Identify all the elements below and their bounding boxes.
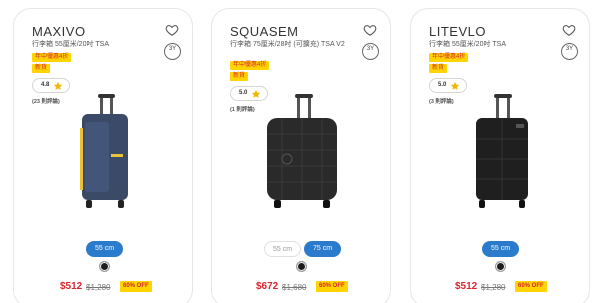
rating-value: 5.0	[239, 90, 248, 96]
new-badge: 新貨	[32, 64, 51, 73]
product-image-litevlo[interactable]	[461, 94, 541, 214]
size-option-75cm[interactable]: 75 cm	[304, 241, 341, 257]
star-icon	[450, 81, 460, 90]
review-count[interactable]: (23 則評論)	[32, 97, 60, 105]
new-badge: 新貨	[230, 72, 249, 81]
color-swatch-navy[interactable]	[99, 261, 110, 272]
rating-value: 4.8	[41, 82, 50, 88]
sale-price: $512	[60, 281, 83, 292]
product-name[interactable]: MAXIVO	[32, 24, 86, 39]
warranty-badge-icon: 3Y	[164, 43, 181, 60]
original-price: $1,280	[86, 283, 111, 292]
discount-badge: 60% OFF	[316, 281, 348, 292]
heart-icon[interactable]	[562, 23, 576, 37]
product-image-squasem[interactable]	[262, 94, 342, 214]
sale-price: $672	[256, 281, 279, 292]
color-swatch-black[interactable]	[296, 261, 307, 272]
product-subtitle: 行李箱 55厘米/20吋 TSA	[429, 41, 507, 48]
product-name[interactable]: LITEVLO	[429, 24, 486, 39]
product-card-maxivo[interactable]: MAXIVO 行李箱 55厘米/20吋 TSA 3Y 年中優惠4折 新貨 4.8…	[13, 8, 193, 303]
promo-badge: 年中優惠4折	[429, 53, 469, 62]
promo-badge: 年中優惠4折	[230, 61, 270, 70]
heart-icon[interactable]	[165, 23, 179, 37]
heart-icon[interactable]	[363, 23, 377, 37]
product-name[interactable]: SQUASEM	[230, 24, 299, 39]
product-card-squasem[interactable]: SQUASEM 行李箱 75厘米/28吋 (可擴充) TSA V2 3Y 年中優…	[211, 8, 391, 303]
warranty-badge-icon: 3Y	[362, 43, 379, 60]
discount-badge: 60% OFF	[120, 281, 152, 292]
size-option-55cm[interactable]: 55 cm	[264, 241, 301, 257]
original-price: $1,680	[282, 283, 307, 292]
warranty-badge-icon: 3Y	[561, 43, 578, 60]
product-subtitle: 行李箱 55厘米/20吋 TSA	[32, 41, 110, 48]
rating-value: 5.0	[438, 82, 447, 88]
product-card-litevlo[interactable]: LITEVLO 行李箱 55厘米/20吋 TSA 3Y 年中優惠4折 新貨 5.…	[410, 8, 590, 303]
promo-badge: 年中優惠4折	[32, 53, 72, 62]
new-badge: 新貨	[429, 64, 448, 73]
star-icon	[251, 89, 261, 98]
color-swatch-black[interactable]	[495, 261, 506, 272]
original-price: $1,280	[481, 283, 506, 292]
rating-pill[interactable]: 5.0	[429, 78, 467, 93]
discount-badge: 60% OFF	[515, 281, 547, 292]
product-subtitle: 行李箱 75厘米/28吋 (可擴充) TSA V2	[230, 41, 345, 48]
product-grid: MAXIVO 行李箱 55厘米/20吋 TSA 3Y 年中優惠4折 新貨 4.8…	[0, 0, 600, 303]
size-option-55cm[interactable]: 55 cm	[86, 241, 123, 257]
sale-price: $512	[455, 281, 478, 292]
review-count[interactable]: (3 則評論)	[429, 97, 454, 105]
rating-pill[interactable]: 4.8	[32, 78, 70, 93]
star-icon	[53, 81, 63, 90]
review-count[interactable]: (1 則評論)	[230, 105, 255, 113]
product-image-maxivo[interactable]	[64, 94, 144, 214]
size-option-55cm[interactable]: 55 cm	[482, 241, 519, 257]
